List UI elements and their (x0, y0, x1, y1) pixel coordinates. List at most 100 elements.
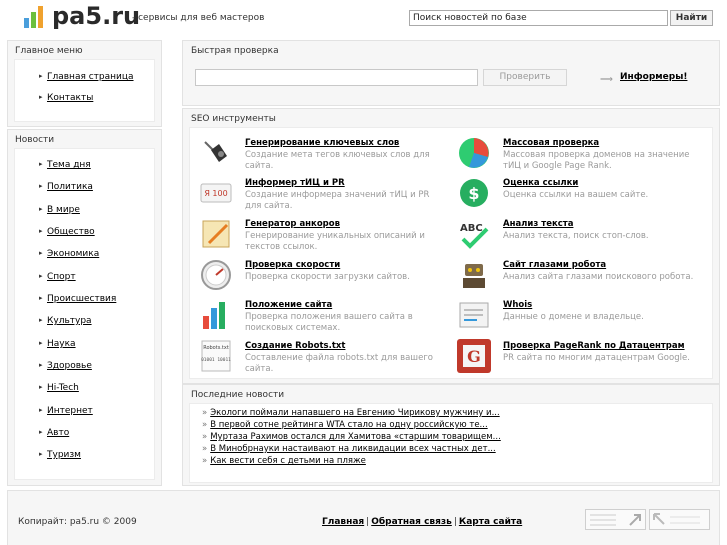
footer-links: Главная | Обратная связь | Карта сайта (322, 517, 522, 527)
tool-desc: Создание информера значений тИЦ и PR для… (245, 190, 430, 211)
news-menu-item[interactable]: Общество (39, 227, 95, 237)
news-menu-item[interactable]: Интернет (39, 406, 93, 416)
robot-icon (457, 258, 491, 292)
tool-title[interactable]: Анализ текста (503, 219, 573, 229)
news-menu-item[interactable]: Туризм (39, 450, 81, 460)
tool-title[interactable]: Оценка ссылки (503, 178, 578, 188)
informer-badge-icon: Я 100 (199, 176, 233, 210)
tool-link-value[interactable]: $ Оценка ссылки Оценка ссылки на вашем с… (457, 176, 697, 212)
robots-file-binary: 01001 10011 (201, 357, 231, 363)
logo-text[interactable]: pa5.ru (52, 2, 140, 30)
dollar-icon: $ (457, 176, 491, 210)
tool-whois[interactable]: Whois Данные о домене и владельце. (457, 298, 697, 334)
tool-anchors[interactable]: Генератор анкоров Генерирование уникальн… (199, 217, 439, 253)
footer-separator: | (366, 517, 370, 527)
main-menu-item-contacts[interactable]: Контакты (39, 93, 93, 103)
tool-desc: PR сайта по многим датацентрам Google. (503, 353, 690, 363)
news-menu-item[interactable]: Наука (39, 339, 75, 349)
news-search-input[interactable]: Поиск новостей по базе (409, 10, 668, 26)
tool-title[interactable]: Сайт глазами робота (503, 260, 606, 270)
google-icon-letter: G (467, 347, 481, 366)
tool-mass-check[interactable]: Массовая проверка Массовая проверка доме… (457, 136, 697, 172)
tool-title[interactable]: Проверка скорости (245, 260, 340, 270)
news-item[interactable]: » Экологи поймали напавшего на Евгению Чи… (202, 408, 500, 418)
news-menu-item[interactable]: Здоровье (39, 361, 92, 371)
news-menu-item[interactable]: Авто (39, 428, 69, 438)
latest-news-title: Последние новости (191, 390, 285, 400)
seo-tools-title: SEO инструменты (191, 114, 276, 124)
check-button[interactable]: Проверить (483, 69, 567, 86)
copyright: Копирайт: pa5.ru © 2009 (18, 517, 137, 527)
informer-badge-text: Я 100 (204, 189, 227, 198)
search-button[interactable]: Найти (670, 10, 713, 26)
news-item[interactable]: » Как вести себя с детьми на пляже (202, 456, 366, 466)
tool-pagerank[interactable]: G Проверка PageRank по Датацентрам PR са… (457, 339, 697, 375)
quick-check-title: Быстрая проверка (191, 46, 279, 56)
tool-title[interactable]: Проверка PageRank по Датацентрам (503, 341, 685, 351)
tool-title[interactable]: Генерирование ключевых слов (245, 138, 399, 148)
quick-check-input[interactable] (195, 69, 478, 86)
news-menu-panel: Новости Тема дня Политика В мире Обществ… (7, 129, 162, 486)
tool-title[interactable]: Положение сайта (245, 300, 332, 310)
tool-title[interactable]: Создание Robots.txt (245, 341, 345, 351)
footer-link-home[interactable]: Главная (322, 517, 364, 527)
counter-badge-icon[interactable] (649, 509, 710, 530)
news-item[interactable]: » В первой сотне рейтинга WTA стало на од… (202, 420, 488, 430)
counter-badge-icon[interactable] (585, 509, 646, 530)
news-menu-item[interactable]: В мире (39, 205, 80, 215)
tool-desc: Анализ текста, поиск стоп-слов. (503, 231, 649, 241)
tool-title[interactable]: Генератор анкоров (245, 219, 340, 229)
svg-text:$: $ (468, 184, 479, 203)
news-menu-item[interactable]: Hi-Tech (39, 383, 79, 393)
tool-desc: Генерирование уникальных описаний и текс… (245, 231, 425, 252)
tool-title[interactable]: Whois (503, 300, 532, 310)
news-menu-title: Новости (15, 135, 55, 145)
abc-check-icon: ABC (457, 217, 491, 251)
tool-keywords[interactable]: Генерирование ключевых слов Создание мет… (199, 136, 439, 172)
main-menu-panel: Главное меню Главная страница Контакты (7, 40, 162, 127)
informers-link[interactable]: Информеры! (620, 72, 687, 82)
tool-desc: Проверка положения вашего сайта в поиско… (245, 312, 413, 333)
whois-card-icon (457, 298, 491, 332)
news-menu-item[interactable]: Тема дня (39, 160, 91, 170)
tagline: - сервисы для веб мастеров (132, 13, 265, 23)
footer-link-feedback[interactable]: Обратная связь (371, 517, 452, 527)
news-menu-item[interactable]: Спорт (39, 272, 76, 282)
latest-news-body: » Экологи поймали напавшего на Евгению Чи… (189, 403, 713, 483)
news-item[interactable]: » В Минобрнауки настаивают на ликвидации … (202, 444, 496, 454)
quick-check-panel: Быстрая проверка Проверить ⟹ Информеры! (182, 40, 720, 106)
tool-title[interactable]: Массовая проверка (503, 138, 599, 148)
tool-desc: Создание мета тегов ключевых слов для са… (245, 150, 430, 171)
tool-robot-view[interactable]: Сайт глазами робота Анализ сайта глазами… (457, 258, 697, 294)
tool-speed[interactable]: Проверка скорости Проверка скорости загр… (199, 258, 439, 294)
arrow-right-icon: ⟹ (600, 75, 613, 85)
tool-desc: Проверка скорости загрузки сайтов. (245, 272, 410, 282)
speedometer-icon (199, 258, 233, 292)
news-menu-item[interactable]: Культура (39, 316, 92, 326)
seo-tools-body: Генерирование ключевых слов Создание мет… (189, 127, 713, 379)
tool-title[interactable]: Информер тИЦ и PR (245, 178, 345, 188)
tool-desc: Составление файла robots.txt для вашего … (245, 353, 433, 374)
pie-chart-icon (457, 136, 491, 170)
tool-desc: Данные о домене и владельце. (503, 312, 644, 322)
seo-tools-panel: SEO инструменты Генерирование ключевых с… (182, 108, 720, 384)
tool-robots[interactable]: Robots.txt 01001 10011 Создание Robots.t… (199, 339, 439, 375)
footer-link-sitemap[interactable]: Карта сайта (459, 517, 522, 527)
news-item[interactable]: » Муртаза Рахимов остался для Хамитова «с… (202, 432, 501, 442)
news-menu-item[interactable]: Экономика (39, 249, 99, 259)
notepad-pencil-icon (199, 217, 233, 251)
tool-informer[interactable]: Я 100 Информер тИЦ и PR Создание информе… (199, 176, 439, 212)
bar-chart-icon (199, 298, 233, 332)
main-menu-item-home[interactable]: Главная страница (39, 72, 133, 82)
main-menu-title: Главное меню (15, 46, 83, 56)
abc-icon-text: ABC (460, 223, 483, 234)
tool-desc: Оценка ссылки на вашем сайте. (503, 190, 649, 200)
footer: Копирайт: pa5.ru © 2009 Главная | Обратная… (7, 490, 720, 545)
news-menu-item[interactable]: Происшествия (39, 294, 116, 304)
tool-desc: Массовая проверка доменов на значение тИ… (503, 150, 690, 171)
pushpin-icon (199, 136, 233, 170)
news-menu-item[interactable]: Политика (39, 182, 93, 192)
logo-icon[interactable] (24, 4, 43, 28)
tool-position[interactable]: Положение сайта Проверка положения вашег… (199, 298, 439, 334)
tool-text-analysis[interactable]: ABC Анализ текста Анализ текста, поиск с… (457, 217, 697, 253)
